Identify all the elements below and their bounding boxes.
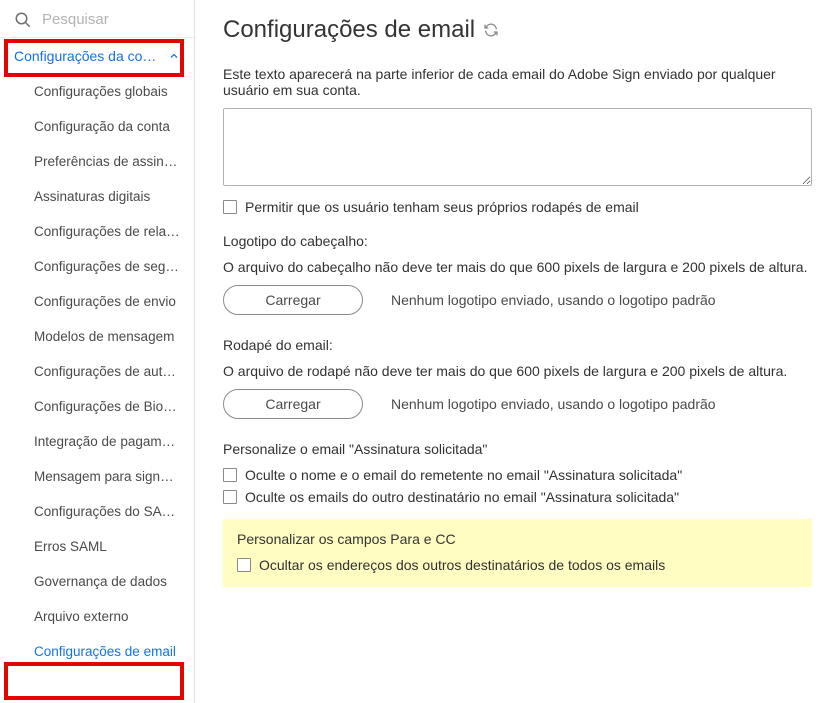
sidebar-item-label: Configurações de email — [34, 644, 176, 659]
sidebar-item-security-settings[interactable]: Configurações de segura… — [0, 249, 194, 284]
sidebar-item-send-settings[interactable]: Configurações de envio — [0, 284, 194, 319]
checkbox-icon[interactable] — [237, 558, 251, 572]
checkbox-icon[interactable] — [223, 200, 237, 214]
sidebar-item-label: Configurações de Bio-Ph… — [34, 399, 194, 414]
sidebar-item-label: Integração de pagamento — [34, 434, 188, 449]
sidebar-item-label: Configurações de segura… — [34, 259, 194, 274]
search-icon — [14, 11, 32, 29]
footer-logo-desc: O arquivo de rodapé não deve ter mais do… — [223, 363, 812, 379]
hide-other-recipients-row[interactable]: Oculte os emails do outro destinatário n… — [223, 489, 812, 505]
to-cc-block: Personalizar os campos Para e CC Ocultar… — [223, 519, 812, 587]
sidebar-item-digital-signatures[interactable]: Assinaturas digitais — [0, 179, 194, 214]
sidebar-item-label: Arquivo externo — [34, 609, 129, 624]
sidebar-item-payment-integration[interactable]: Integração de pagamento — [0, 424, 194, 459]
sidebar-item-label: Configurações de envio — [34, 294, 176, 309]
header-logo-desc: O arquivo do cabeçalho não deve ter mais… — [223, 259, 812, 275]
sidebar-item-label: Governança de dados — [34, 574, 167, 589]
sidebar-item-report-settings[interactable]: Configurações de relatório — [0, 214, 194, 249]
sidebar-item-label: Configuração da conta — [34, 119, 170, 134]
intro-text: Este texto aparecerá na parte inferior d… — [223, 66, 812, 98]
sidebar-item-saml-errors[interactable]: Erros SAML — [0, 529, 194, 564]
sidebar-item-signature-preferences[interactable]: Preferências de assinatura — [0, 144, 194, 179]
header-logo-status: Nenhum logotipo enviado, usando o logoti… — [391, 292, 716, 308]
checkbox-label: Oculte os emails do outro destinatário n… — [245, 489, 679, 505]
hide-all-recipients-row[interactable]: Ocultar os endereços dos outros destinat… — [237, 557, 798, 573]
sidebar-item-label: Erros SAML — [34, 539, 107, 554]
sidebar-item-data-governance[interactable]: Governança de dados — [0, 564, 194, 599]
main-content: Configurações de email Este texto aparec… — [195, 0, 830, 703]
checkbox-label: Ocultar os endereços dos outros destinat… — [259, 557, 665, 573]
sidebar-item-label: Mensagem para signatário — [34, 469, 194, 484]
checkbox-icon[interactable] — [223, 490, 237, 504]
sidebar-item-label: Configurações de relatório — [34, 224, 192, 239]
sidebar-item-message-templates[interactable]: Modelos de mensagem — [0, 319, 194, 354]
footer-logo-label: Rodapé do email: — [223, 337, 812, 353]
upload-header-button[interactable]: Carregar — [223, 285, 363, 315]
checkbox-icon[interactable] — [223, 468, 237, 482]
page-title: Configurações de email — [223, 16, 812, 44]
sidebar-item-label: Modelos de mensagem — [34, 329, 174, 344]
sidebar-item-account-setup[interactable]: Configuração da conta — [0, 109, 194, 144]
refresh-icon[interactable] — [483, 22, 499, 38]
sidebar-item-label: Configurações globais — [34, 84, 168, 99]
sidebar-item-label: Configurações de autenti… — [34, 364, 194, 379]
search-row — [0, 0, 194, 38]
checkbox-label: Permitir que os usuário tenham seus próp… — [245, 199, 639, 215]
footer-text-textarea[interactable] — [223, 108, 812, 186]
sidebar-item-external-archive[interactable]: Arquivo externo — [0, 599, 194, 634]
footer-logo-status: Nenhum logotipo enviado, usando o logoti… — [391, 396, 716, 412]
checkbox-label: Oculte o nome e o email do remetente no … — [245, 467, 682, 483]
sidebar-item-signer-messaging[interactable]: Mensagem para signatário — [0, 459, 194, 494]
sig-requested-label: Personalize o email "Assinatura solicita… — [223, 441, 812, 457]
sidebar-item-saml-settings[interactable]: Configurações do SAML — [0, 494, 194, 529]
sidebar-item-label: Preferências de assinatura — [34, 154, 194, 169]
to-cc-label: Personalizar os campos Para e CC — [237, 531, 798, 547]
sidebar-item-auth-settings[interactable]: Configurações de autenti… — [0, 354, 194, 389]
page-title-text: Configurações de email — [223, 16, 475, 44]
search-input[interactable] — [40, 10, 180, 29]
allow-user-footer-row[interactable]: Permitir que os usuário tenham seus próp… — [223, 199, 812, 215]
sidebar-item-label: Assinaturas digitais — [34, 189, 150, 204]
sidebar-item-global-settings[interactable]: Configurações globais — [0, 74, 194, 109]
sidebar-nav: Configurações da co… Configurações globa… — [0, 38, 194, 703]
upload-footer-button[interactable]: Carregar — [223, 389, 363, 419]
header-logo-label: Logotipo do cabeçalho: — [223, 233, 812, 249]
sidebar-item-email-settings[interactable]: Configurações de email — [0, 634, 194, 669]
sidebar: Configurações da co… Configurações globa… — [0, 0, 195, 703]
chevron-up-icon — [168, 50, 180, 62]
sidebar-item-label: Configurações do SAML — [34, 504, 180, 519]
sidebar-section-label: Configurações da co… — [14, 48, 156, 64]
footer-logo-row: Carregar Nenhum logotipo enviado, usando… — [223, 389, 812, 419]
hide-sender-row[interactable]: Oculte o nome e o email do remetente no … — [223, 467, 812, 483]
sidebar-section-account-settings[interactable]: Configurações da co… — [0, 38, 194, 74]
sidebar-item-biopharma-settings[interactable]: Configurações de Bio-Ph… — [0, 389, 194, 424]
header-logo-row: Carregar Nenhum logotipo enviado, usando… — [223, 285, 812, 315]
